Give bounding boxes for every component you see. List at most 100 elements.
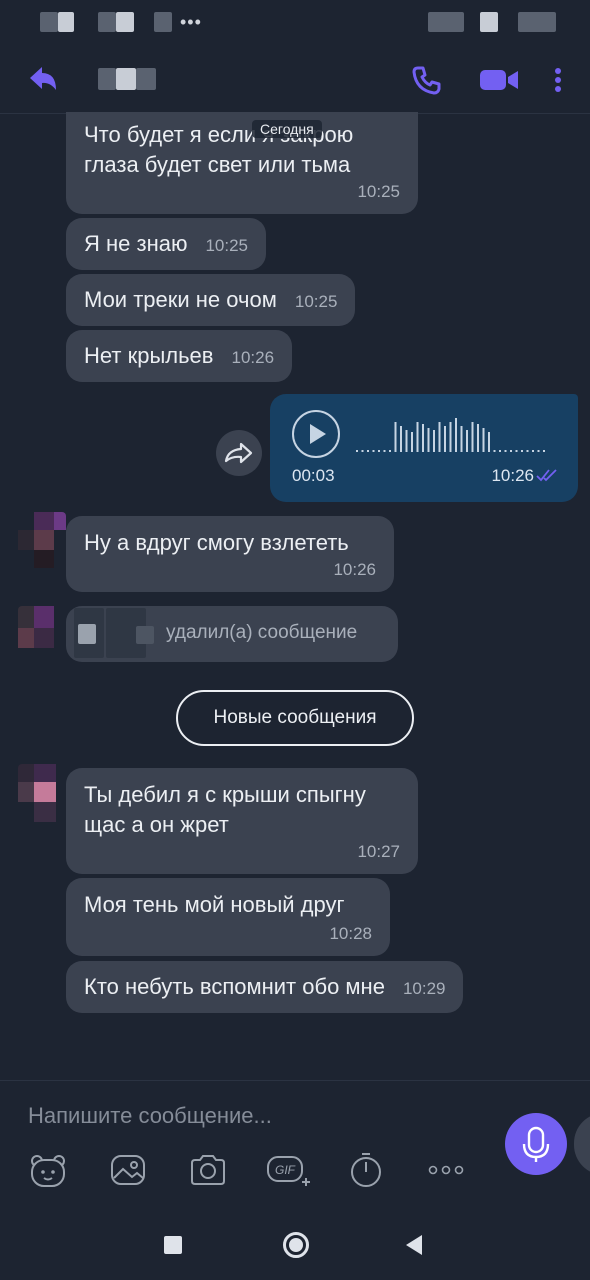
waveform-bar	[471, 422, 474, 452]
timer-button[interactable]	[346, 1150, 386, 1190]
waveform-bar	[356, 450, 358, 452]
back-nav-button[interactable]	[404, 1234, 424, 1261]
message-text: Кто небуть вспомнит обо мне	[84, 974, 385, 999]
waveform-bar	[389, 450, 391, 452]
kebab-menu-icon	[555, 68, 561, 92]
message-time: 10:26	[231, 348, 275, 367]
status-icon-blurred	[98, 12, 116, 32]
waveform-bar	[394, 422, 397, 452]
gallery-button[interactable]	[108, 1150, 148, 1190]
message-bubble[interactable]: Ты дебил я с крыши спыгну щас а он жрет …	[66, 768, 418, 874]
voice-message-bubble[interactable]: 00:03 10:26	[270, 394, 578, 502]
more-options-button[interactable]	[548, 63, 568, 97]
waveform-bar	[438, 422, 441, 452]
status-icon-blurred	[40, 12, 58, 32]
gif-icon: GIF	[267, 1156, 310, 1186]
waveform-bar	[411, 432, 413, 452]
status-icon-blurred	[428, 12, 464, 32]
message-bubble[interactable]: Кто небуть вспомнит обо мне 10:29	[66, 961, 464, 1013]
waveform-bar	[477, 424, 479, 452]
more-tools-button[interactable]	[426, 1150, 466, 1190]
waveform-bar	[499, 450, 501, 452]
waveform-bar	[444, 426, 446, 452]
home-button[interactable]	[283, 1232, 309, 1258]
message-input[interactable]: Напишите сообщение...	[28, 1103, 272, 1129]
microphone-icon	[522, 1126, 550, 1162]
message-time: 10:29	[402, 979, 446, 998]
audio-waveform[interactable]	[356, 418, 552, 454]
waveform-bar	[422, 424, 424, 452]
message-text: Я не знаю	[84, 231, 188, 256]
waveform-bar	[427, 428, 430, 452]
notification-overflow-icon: •••	[180, 12, 202, 32]
message-time: 10:26	[491, 466, 534, 485]
waveform-bar	[455, 418, 457, 452]
waveform-bar	[383, 450, 386, 452]
waveform-bar	[504, 450, 507, 452]
message-text: Ты дебил я с крыши спыгну щас а он жрет	[84, 782, 366, 837]
waveform-bar	[521, 450, 523, 452]
voice-record-button[interactable]	[505, 1113, 567, 1175]
message-text: Мои треки не очом	[84, 287, 277, 312]
message-bubble[interactable]: Моя тень мой новый друг 10:28	[66, 878, 390, 956]
recents-button[interactable]	[164, 1236, 182, 1254]
video-call-button[interactable]	[478, 63, 520, 97]
deleted-message-text: удалил(а) сообщение	[166, 622, 358, 643]
waveform-bar	[378, 450, 380, 452]
message-time: 10:25	[205, 236, 249, 255]
message-bubble[interactable]: Ну а вдруг смогу взлететь 10:26	[66, 516, 394, 592]
avatar[interactable]	[18, 512, 66, 568]
date-separator: Сегодня	[252, 120, 322, 138]
status-icon-blurred	[116, 12, 134, 32]
forward-button[interactable]	[216, 430, 262, 476]
waveform-bar	[405, 430, 408, 452]
avatar[interactable]	[18, 764, 64, 822]
status-icon-blurred	[480, 12, 498, 32]
system-navigation-bar	[0, 1200, 590, 1280]
new-messages-button[interactable]: Новые сообщения	[176, 690, 414, 746]
voice-duration: 00:03	[292, 466, 335, 485]
sender-name-blurred	[78, 624, 96, 644]
status-icon-blurred	[58, 12, 74, 32]
waveform-bar	[543, 450, 545, 452]
waveform-bar	[488, 432, 490, 452]
message-bubble[interactable]: Мои треки не очом 10:25	[66, 274, 356, 326]
reply-arrow-icon	[30, 67, 56, 90]
waveform-bar	[400, 426, 402, 452]
status-icon-blurred	[154, 12, 172, 32]
waveform-bar	[460, 426, 463, 452]
message-text: Нет крыльев	[84, 343, 214, 368]
message-bubble[interactable]: Я не знаю 10:25	[66, 218, 267, 270]
play-button[interactable]	[292, 410, 340, 458]
call-button[interactable]	[410, 63, 444, 97]
triangle-back-icon	[406, 1235, 422, 1255]
waveform-bar	[510, 450, 512, 452]
share-arrow-icon	[224, 442, 253, 464]
waveform-bar	[433, 430, 435, 452]
camera-button[interactable]	[188, 1150, 228, 1190]
sticker-bear-icon	[31, 1155, 65, 1187]
gif-button[interactable]: GIF	[266, 1150, 312, 1190]
message-text: Моя тень мой новый друг	[84, 892, 345, 917]
avatar[interactable]	[18, 606, 66, 662]
gif-label: GIF	[275, 1163, 296, 1177]
message-time: 10:25	[357, 182, 400, 201]
sender-name-blurred	[136, 626, 154, 644]
play-icon	[310, 424, 326, 444]
message-time: 10:25	[294, 292, 338, 311]
more-dots-icon	[428, 1165, 464, 1175]
message-bubble[interactable]: Нет крыльев 10:26	[66, 330, 293, 382]
waveform-bar	[367, 450, 369, 452]
message-bubble[interactable]: Что будет я если я закрою глаза будет св…	[66, 112, 418, 214]
waveform-bar	[515, 450, 518, 452]
phone-icon	[412, 66, 441, 95]
home-dot-icon	[289, 1238, 303, 1252]
message-text: Ну а вдруг смогу взлететь	[84, 530, 349, 555]
contact-name-blurred[interactable]	[98, 68, 156, 90]
deleted-message-bubble[interactable]: удалил(а) сообщение	[66, 606, 398, 662]
back-button[interactable]	[28, 64, 62, 94]
waveform-bar	[493, 450, 496, 452]
waveform-bar	[361, 450, 364, 452]
sticker-button[interactable]	[28, 1150, 68, 1190]
waveform-bar	[537, 450, 540, 452]
